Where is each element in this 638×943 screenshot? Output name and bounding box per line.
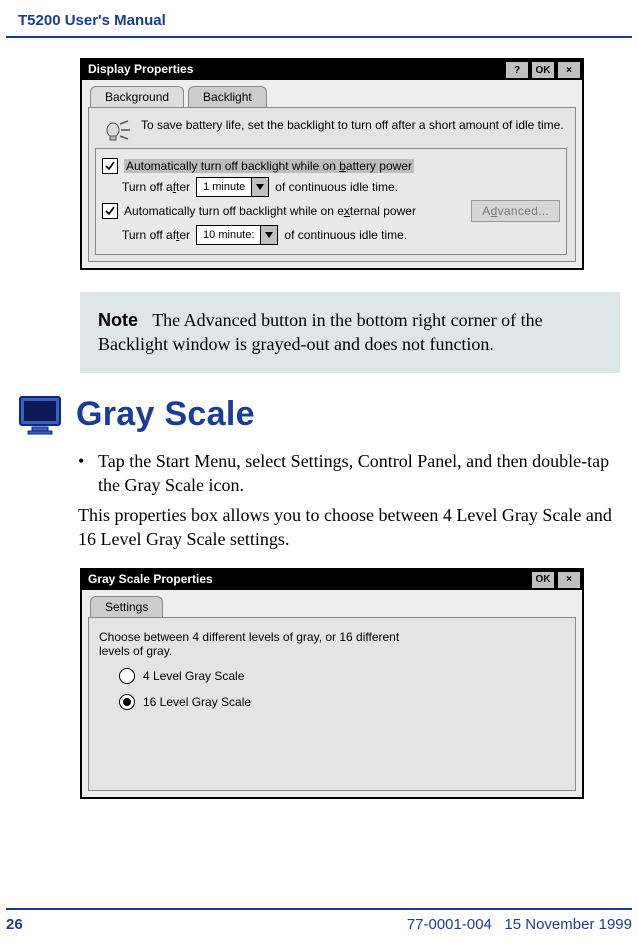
settings-panel: Choose between 4 different levels of gra… — [88, 617, 576, 791]
backlight-options: Automatically turn off backlight while o… — [95, 148, 567, 255]
battery-time-value: 1 minute — [197, 181, 251, 193]
ok-button[interactable]: OK — [531, 571, 555, 589]
note-label: Note — [98, 310, 138, 330]
titlebar: Display Properties ? OK × — [82, 60, 582, 80]
external-time-select[interactable]: 10 minute: — [196, 225, 278, 245]
close-button[interactable]: × — [557, 61, 581, 79]
backlight-panel: To save battery life, set the backlight … — [88, 107, 576, 262]
radio-group: 4 Level Gray Scale 16 Level Gray Scale — [119, 668, 567, 710]
window-title: Gray Scale Properties — [82, 570, 530, 590]
footer-rule — [6, 908, 632, 910]
chevron-down-icon — [260, 226, 277, 244]
body-paragraph: This properties box allows you to choose… — [78, 503, 620, 552]
running-head: T5200 User's Manual — [18, 12, 620, 29]
page-number: 26 — [6, 916, 46, 933]
bullet-item: • Tap the Start Menu, select Settings, C… — [78, 449, 620, 498]
lightbulb-icon — [103, 118, 131, 142]
ok-button[interactable]: OK — [531, 61, 555, 79]
external-time-value: 10 minute: — [197, 229, 260, 241]
battery-checkbox[interactable] — [102, 158, 118, 174]
note-text: The Advanced button in the bottom right … — [98, 310, 543, 354]
external-idle-suffix: of continuous idle time. — [284, 228, 407, 242]
battery-option-label: Automatically turn off backlight while o… — [124, 159, 414, 173]
battery-turnoff-label: Turn off after — [122, 180, 190, 194]
tab-settings[interactable]: Settings — [90, 596, 163, 617]
external-option-label: Automatically turn off backlight while o… — [124, 204, 416, 218]
help-button[interactable]: ? — [505, 61, 529, 79]
radio-4-level[interactable] — [119, 668, 135, 684]
battery-time-select[interactable]: 1 minute — [196, 177, 269, 197]
page-footer: 26 77-0001-004 15 November 1999 — [6, 908, 632, 933]
external-checkbox[interactable] — [102, 203, 118, 219]
tab-strip: Settings — [82, 590, 582, 617]
tab-background[interactable]: Background — [90, 86, 184, 107]
section-title: Gray Scale — [76, 395, 255, 434]
external-turnoff-label: Turn off after — [122, 228, 190, 242]
bullet-dot: • — [78, 449, 86, 498]
section-heading: Gray Scale — [18, 395, 620, 435]
doc-id: 77-0001-004 15 November 1999 — [407, 916, 632, 933]
battery-idle-suffix: of continuous idle time. — [275, 180, 398, 194]
chevron-down-icon — [251, 178, 268, 196]
gray-scale-properties-window: Gray Scale Properties OK × Settings Choo… — [80, 568, 584, 799]
window-title: Display Properties — [82, 60, 504, 80]
help-text: Choose between 4 different levels of gra… — [99, 630, 419, 658]
bullet-text: Tap the Start Menu, select Settings, Con… — [98, 449, 620, 498]
tab-backlight[interactable]: Backlight — [188, 86, 267, 107]
radio-16-level[interactable] — [119, 694, 135, 710]
tab-strip: Background Backlight — [82, 80, 582, 107]
titlebar: Gray Scale Properties OK × — [82, 570, 582, 590]
note-box: Note The Advanced button in the bottom r… — [80, 292, 620, 373]
advanced-button: Advanced... — [471, 200, 560, 222]
header-rule — [6, 36, 632, 38]
radio-16-label: 16 Level Gray Scale — [143, 695, 251, 709]
monitor-icon — [18, 395, 62, 435]
display-properties-window: Display Properties ? OK × Background Bac… — [80, 58, 584, 270]
help-text: To save battery life, set the backlight … — [141, 118, 564, 132]
radio-4-label: 4 Level Gray Scale — [143, 669, 244, 683]
close-button[interactable]: × — [557, 571, 581, 589]
